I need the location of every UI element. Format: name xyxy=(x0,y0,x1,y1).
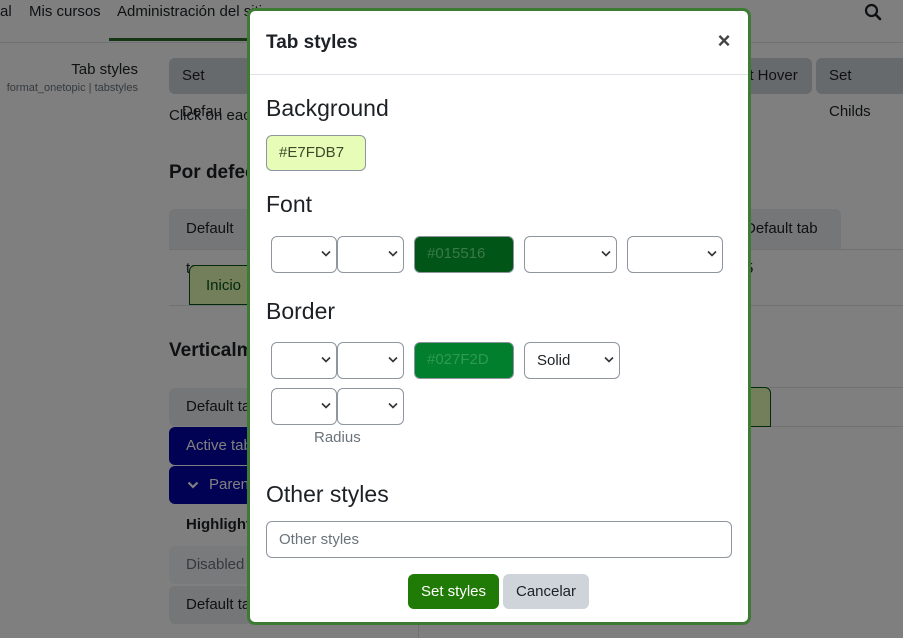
border-color-input[interactable]: #027F2D xyxy=(414,342,514,379)
tab-styles-modal: Tab styles × Background #E7FDB7 Font #01… xyxy=(247,8,751,625)
font-heading: Font xyxy=(266,191,313,217)
font-unit-select[interactable] xyxy=(337,236,404,273)
close-button[interactable]: × xyxy=(714,29,734,53)
chevron-down-icon xyxy=(707,250,717,257)
modal-header: Tab styles × xyxy=(250,11,748,75)
chevron-down-icon xyxy=(388,402,398,409)
set-styles-button[interactable]: Set styles xyxy=(408,574,499,609)
background-color-input[interactable]: #E7FDB7 xyxy=(266,135,366,171)
border-style-select[interactable]: Solid xyxy=(524,342,620,379)
font-color-input[interactable]: #015516 xyxy=(414,236,514,273)
font-style-select[interactable] xyxy=(627,236,723,273)
chevron-down-icon xyxy=(388,356,398,363)
chevron-down-icon xyxy=(604,356,614,363)
modal-title: Tab styles xyxy=(266,32,358,53)
cancel-button[interactable]: Cancelar xyxy=(503,574,589,609)
chevron-down-icon xyxy=(601,250,611,257)
border-style-value: Solid xyxy=(537,352,571,369)
other-styles-heading: Other styles xyxy=(266,481,389,507)
chevron-down-icon xyxy=(321,356,331,363)
chevron-down-icon xyxy=(321,402,331,409)
chevron-down-icon xyxy=(388,250,398,257)
radius-unit-select[interactable] xyxy=(337,388,404,425)
other-styles-input[interactable]: Other styles xyxy=(266,521,732,558)
background-heading: Background xyxy=(266,95,389,121)
border-heading: Border xyxy=(266,298,336,324)
chevron-down-icon xyxy=(321,250,331,257)
border-width-select[interactable] xyxy=(271,342,337,379)
font-weight-select[interactable] xyxy=(524,236,617,273)
font-size-select[interactable] xyxy=(271,236,337,273)
border-unit-select[interactable] xyxy=(337,342,404,379)
radius-label: Radius xyxy=(314,429,361,446)
radius-value-select[interactable] xyxy=(271,388,337,425)
